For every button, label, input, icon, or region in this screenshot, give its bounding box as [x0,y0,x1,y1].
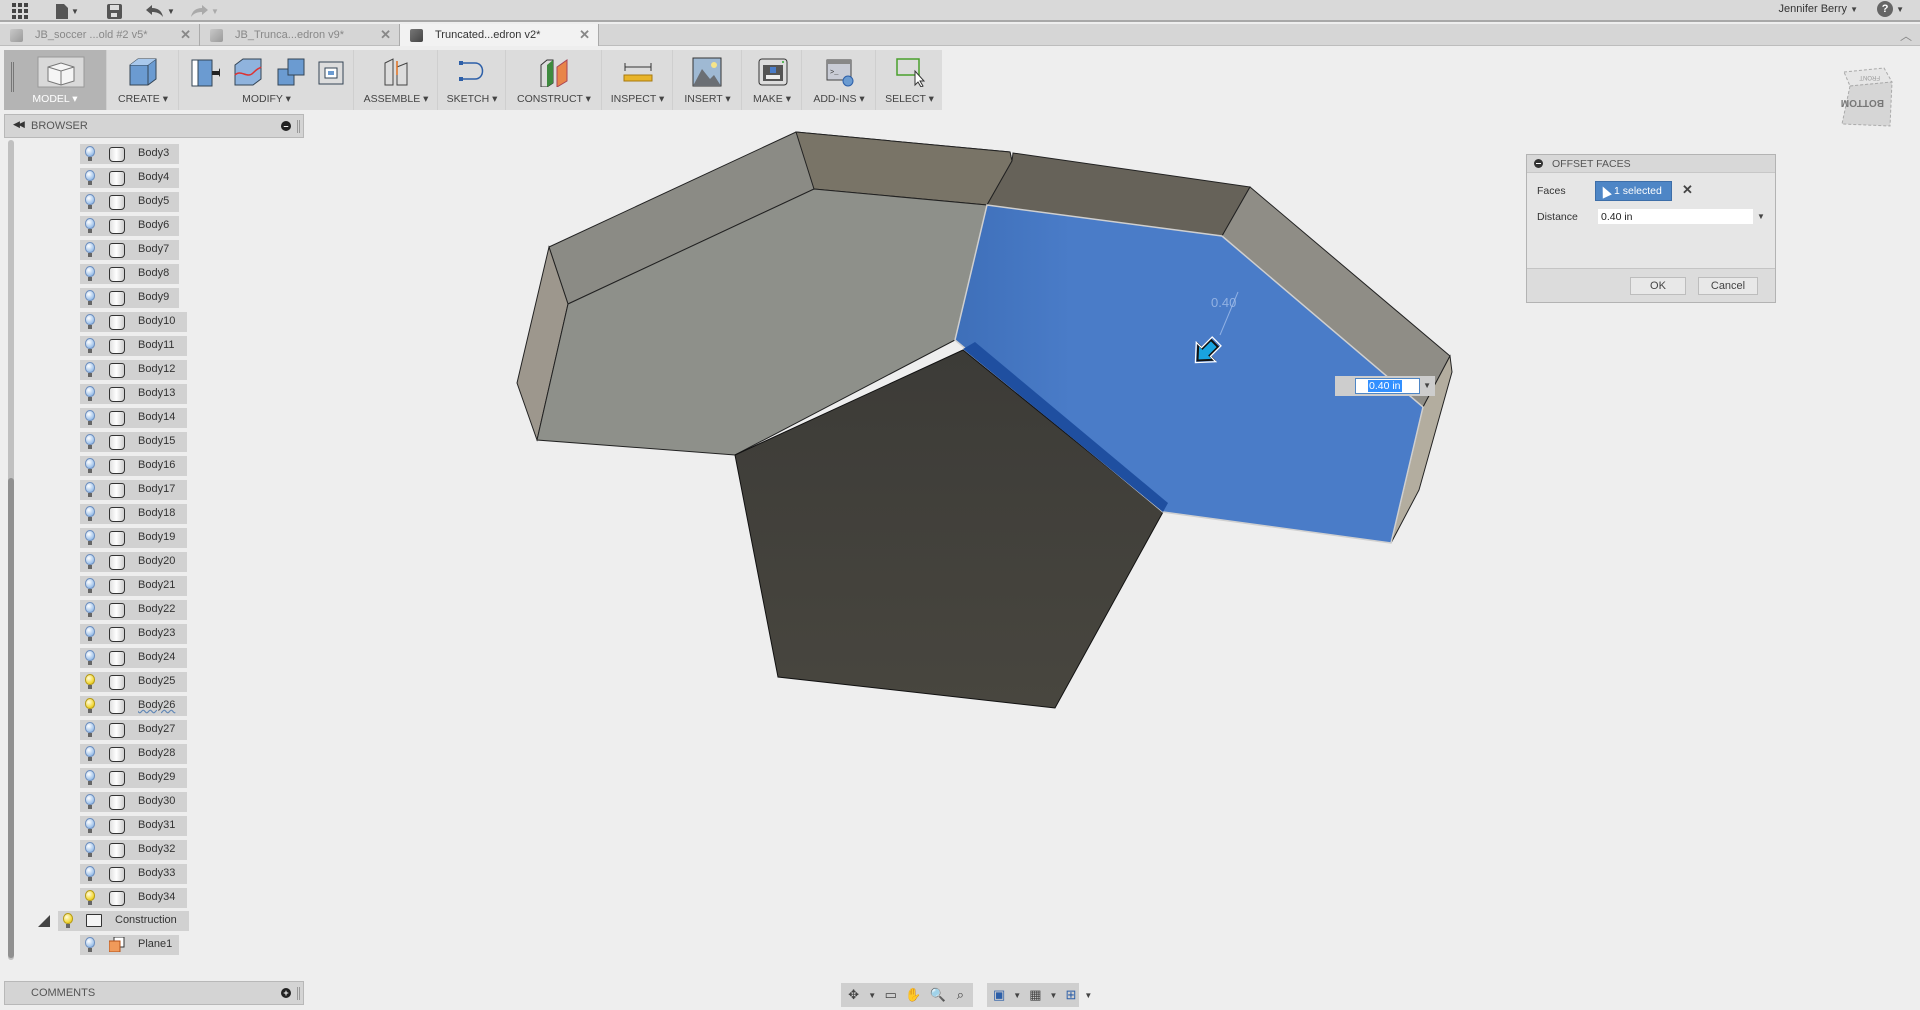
offset-faces-dialog: OFFSET FACES Faces 1 selected ✕ Distance… [1526,154,1776,303]
model-canvas[interactable] [0,0,1920,1010]
dialog-header[interactable]: OFFSET FACES [1527,155,1775,173]
collapse-dialog-icon[interactable] [1534,159,1543,168]
dialog-footer: OK Cancel [1527,268,1775,302]
pan-hand-icon[interactable]: ✋ [905,987,921,1003]
canvas-distance-input[interactable]: 0.40 in ▼ [1335,376,1435,396]
navigation-toolbar: ✥ ▼ ▭ ✋ 🔍 ⌕ [841,983,973,1007]
cursor-pointer-icon [1598,183,1612,199]
canvas-distance-value[interactable]: 0.40 in [1368,380,1402,392]
dialog-title: OFFSET FACES [1552,157,1631,170]
fit-window-icon[interactable]: ⌕ [954,987,967,1003]
viewcube[interactable]: FRONT BOTTOM [1836,64,1896,134]
ok-button[interactable]: OK [1630,277,1686,295]
faces-label: Faces [1537,185,1566,197]
grid-settings-icon[interactable]: ▦ [1029,987,1041,1003]
faces-selection-button[interactable]: 1 selected [1595,181,1672,201]
viewports-icon[interactable]: ⊞ [1065,987,1076,1003]
faces-selected-count: 1 selected [1614,185,1662,197]
chevron-down-icon[interactable]: ▼ [1423,381,1431,390]
fusion-app: ▼ ▼ ▼ Jennifer Berry ▼ ? ▼ JB_soccer ...o… [0,0,1920,1010]
zoom-icon[interactable]: 🔍 [930,987,946,1003]
display-toolbar: ▣ ▼ ▦ ▼ ⊞ ▼ [987,983,1092,1007]
distance-label: Distance [1537,211,1578,223]
viewcube-front-label: BOTTOM [1841,97,1884,108]
cancel-button[interactable]: Cancel [1698,277,1758,295]
display-settings-icon[interactable]: ▣ [993,987,1005,1003]
dimension-label: 0.40 [1211,295,1237,310]
orbit-icon[interactable]: ✥ [847,987,860,1003]
clear-selection-icon[interactable]: ✕ [1682,182,1693,198]
look-at-icon[interactable]: ▭ [884,987,897,1003]
chevron-down-icon[interactable]: ▼ [1757,212,1765,221]
distance-input[interactable] [1598,209,1753,224]
viewcube-top-label: FRONT [1859,74,1880,80]
